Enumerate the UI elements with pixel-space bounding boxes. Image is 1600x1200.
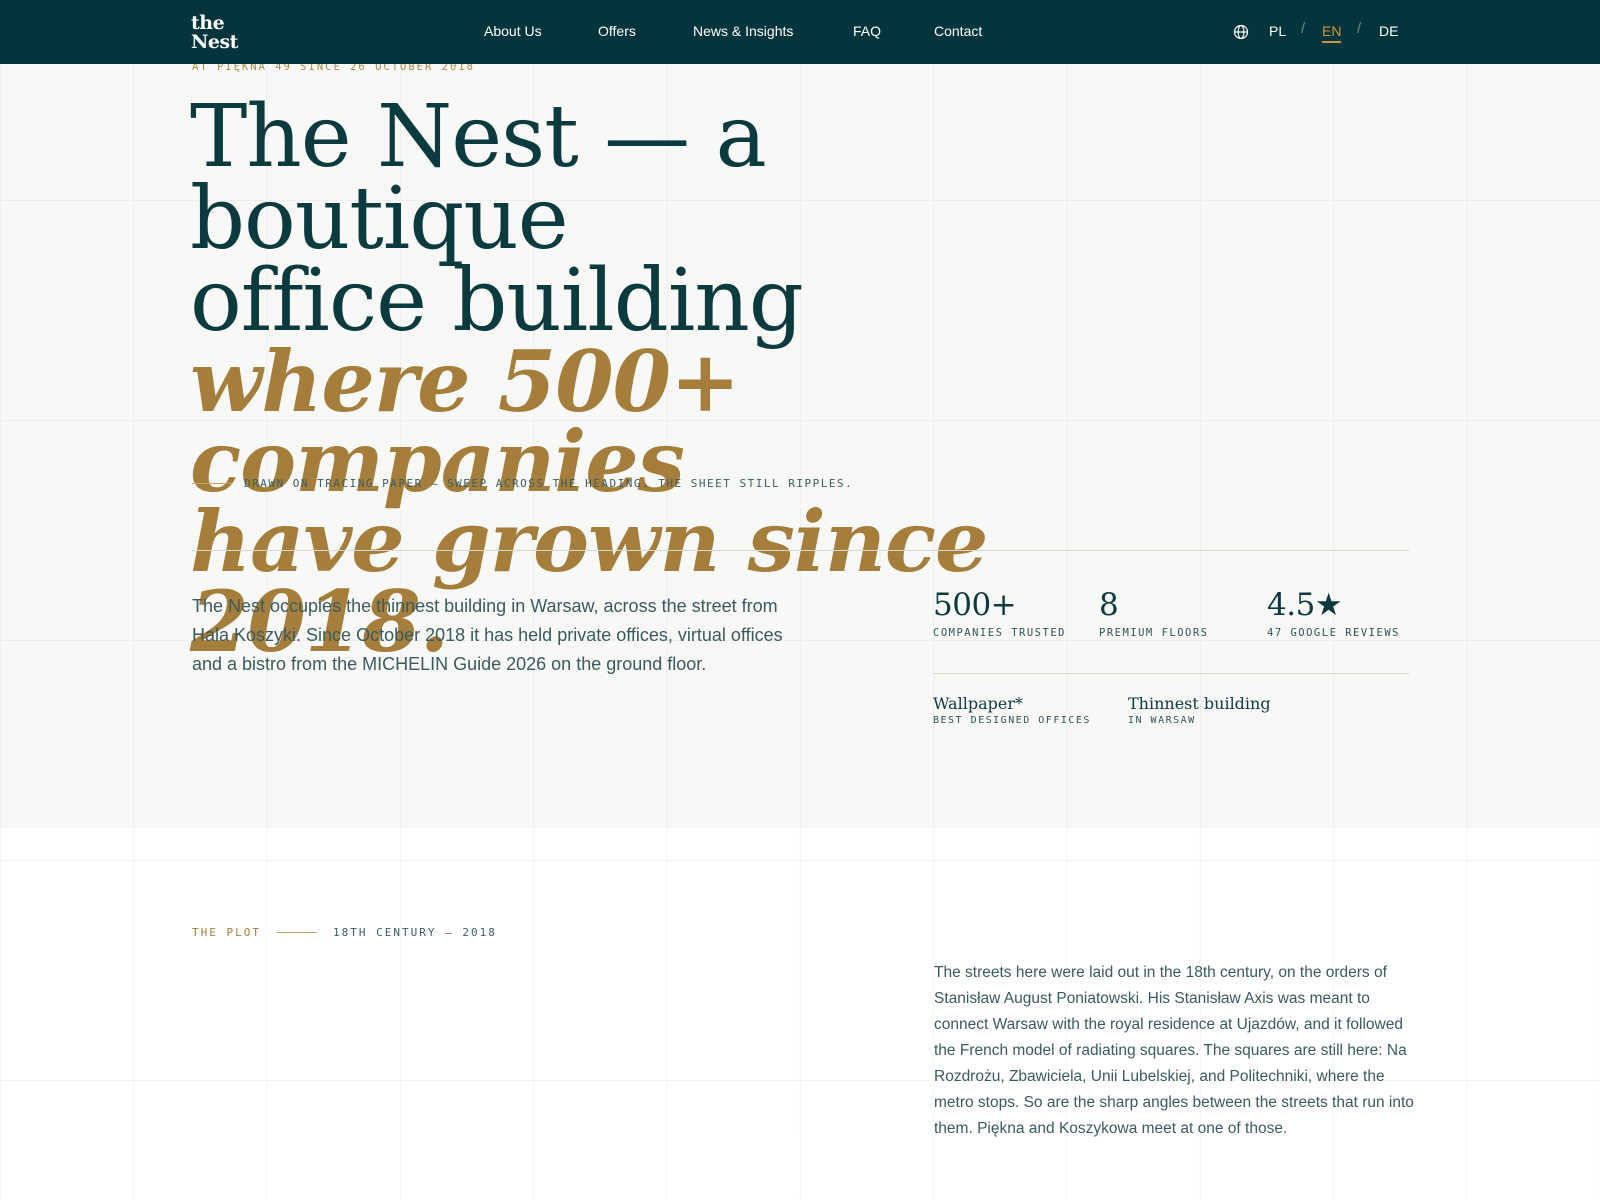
stat-companies: 500+ COMPANIES TRUSTED [933,587,1066,639]
award-wallpaper: Wallpaper* BEST DESIGNED OFFICES [933,694,1091,726]
stat-floors: 8 PREMIUM FLOORS [1099,587,1209,639]
award-title: Wallpaper* [933,694,1023,713]
nav-news-insights[interactable]: News & Insights [693,23,793,39]
plot-label: THE PLOT [192,926,261,939]
site-header: the Nest About Us Offers News & Insights… [0,0,1600,64]
hero-headline: The Nest — a boutique office building wh… [190,87,1090,664]
logo[interactable]: the Nest [191,12,238,53]
headline-line-1: The Nest — a boutique [190,87,767,269]
hint-rule [192,483,232,484]
stat-reviews: 4.5★ 47 GOOGLE REVIEWS [1267,587,1400,639]
stats-divider [933,673,1409,674]
nav-contact[interactable]: Contact [934,23,982,39]
award-subtitle: IN WARSAW [1128,715,1196,726]
stat-label: 47 GOOGLE REVIEWS [1267,627,1400,639]
nav-faq[interactable]: FAQ [853,23,881,39]
award-title: Thinnest building [1128,694,1271,713]
stat-label: PREMIUM FLOORS [1099,627,1209,639]
stat-value: 8 [1099,587,1119,623]
stat-label: COMPANIES TRUSTED [933,627,1066,639]
plot-range: 18TH CENTURY — 2018 [332,926,497,939]
award-thinnest: Thinnest building IN WARSAW [1128,694,1271,726]
award-subtitle: BEST DESIGNED OFFICES [933,715,1091,726]
stat-value: 500+ [933,587,1017,623]
lang-separator: / [1357,20,1362,37]
plot-rule [276,932,317,933]
globe-icon [1233,24,1249,45]
headline-line-2: office building [190,251,804,351]
logo-line-1: the [191,12,225,34]
lang-separator: / [1301,20,1306,37]
lang-de[interactable]: DE [1379,23,1398,39]
plot-section-heading: THE PLOT 18TH CENTURY — 2018 [192,926,497,939]
plot-body-text: The streets here were laid out in the 18… [934,964,1414,1137]
intro-text: The Nest occupies the thinnest building … [192,596,783,674]
hero-divider [192,550,1409,551]
logo-line-2: Nest [191,31,238,53]
hint-text: DRAWN ON TRACING PAPER — SWEEP ACROSS TH… [244,477,854,490]
nav-about-us[interactable]: About Us [484,23,542,39]
lang-en[interactable]: EN [1322,23,1342,43]
stat-value: 4.5★ [1267,587,1343,623]
lang-pl[interactable]: PL [1269,23,1286,39]
nav-offers[interactable]: Offers [598,23,636,39]
hero-hint: DRAWN ON TRACING PAPER — SWEEP ACROSS TH… [192,477,853,490]
